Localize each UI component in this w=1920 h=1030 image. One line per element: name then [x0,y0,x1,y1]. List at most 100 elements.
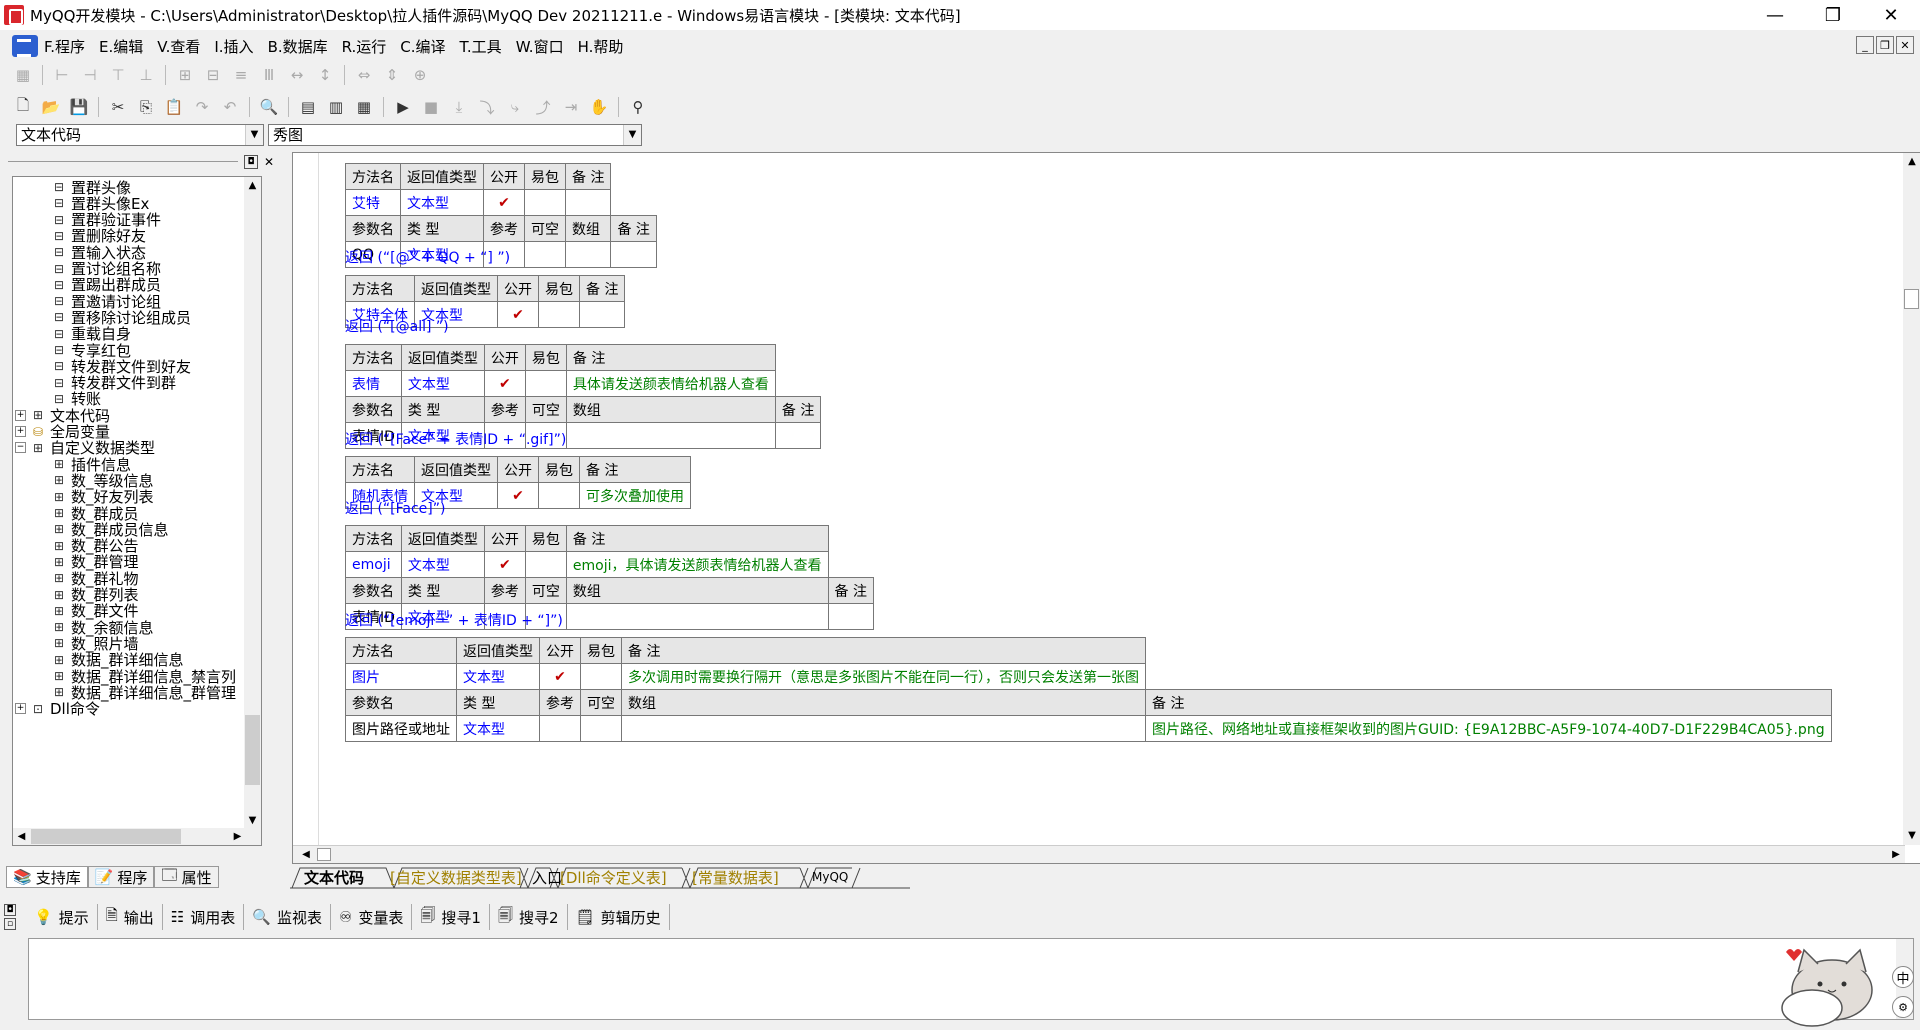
scroll-left-icon[interactable]: ◀ [297,846,315,863]
method-name[interactable]: emoji [345,551,402,578]
center-h-icon[interactable]: ⊞ [174,64,196,86]
open-folder-icon[interactable]: 📂 [40,96,62,118]
align-left-icon[interactable]: ⊢ [51,64,73,86]
stop-icon[interactable]: ■ [420,96,442,118]
param-flag-cell[interactable] [539,715,581,742]
menu-run[interactable]: R.运行 [342,36,387,57]
return-type[interactable]: 文本型 [400,370,485,397]
tab-text-code[interactable]: 文本代码 [304,866,364,888]
package-cell[interactable] [580,663,622,690]
method-note[interactable]: 可多次叠加使用 [579,482,691,509]
output-pane[interactable] [28,938,1914,1020]
binoculars-icon[interactable]: ⚲ [627,96,649,118]
return-statement[interactable]: 返回 (“[emoji=” + 表情ID + “]”) [345,610,563,630]
minimize-button[interactable]: — [1746,0,1804,30]
run-to-cursor-icon[interactable]: ⇥ [560,96,582,118]
package-cell[interactable] [524,189,566,216]
package-cell[interactable] [538,301,580,328]
tree-vertical-scrollbar[interactable]: ▲ ▼ [244,177,261,829]
center-v-icon[interactable]: ⊟ [202,64,224,86]
method-name[interactable]: 艾特 [345,189,401,216]
step-into-icon[interactable]: ⤵ [476,96,498,118]
ime-indicator[interactable]: 中 [1892,966,1914,988]
step-out-icon[interactable]: ⤴ [532,96,554,118]
size-both-icon[interactable]: ⊕ [409,64,431,86]
same-height-icon[interactable]: Ⅲ [258,64,280,86]
ime-settings-icon[interactable]: ⚙ [1892,996,1914,1018]
grid-icon[interactable]: ▦ [12,64,34,86]
scroll-down-icon[interactable]: ▼ [1903,827,1920,845]
return-statement[interactable]: 返回 (“[Face]”) [345,498,445,518]
param-flag-cell[interactable] [565,603,829,630]
menu-view[interactable]: V.查看 [157,36,200,57]
undo-icon[interactable]: ↶ [219,96,241,118]
tab-variables[interactable]: ♾ 变量表 [331,904,413,930]
size-height-icon[interactable]: ⇕ [381,64,403,86]
scroll-left-icon[interactable]: ◀ [13,828,30,845]
align-right-icon[interactable]: ⊣ [79,64,101,86]
menu-help[interactable]: H.帮助 [578,36,624,57]
chevron-down-icon[interactable]: ▼ [623,125,641,145]
scroll-right-icon[interactable]: ▶ [229,828,246,845]
class-selector[interactable]: 文本代码 ▼ [16,124,264,146]
step-icon[interactable]: ⤓ [448,96,470,118]
public-check-icon[interactable]: ✔ [483,551,526,578]
code-editor[interactable]: 方法名 返回值类型 公开 易包备 注艾特 文本型 ✔ 参数名类 型参考 可空 数组备 注 QQ 文本… [292,152,1920,864]
layout-3-icon[interactable]: ▦ [353,96,375,118]
expand-icon[interactable]: + [15,703,26,715]
hand-icon[interactable]: ✋ [588,96,610,118]
param-flag-cell[interactable] [564,241,612,268]
restore-button[interactable]: ❐ [1804,0,1862,30]
return-type[interactable]: 文本型 [400,189,484,216]
mdi-close-button[interactable]: ✕ [1896,36,1914,54]
new-file-icon[interactable]: 🗋 [12,96,34,118]
tab-dll-command-table[interactable]: [Dll命令定义表] [560,866,667,888]
tab-call-stack[interactable]: ☷ 调用表 [163,904,245,930]
param-name[interactable]: 图片路径或地址 [345,715,457,742]
tab-myqq[interactable]: MyQQ [812,866,848,888]
param-flag-cell[interactable] [621,715,1146,742]
tree-scroll-thumb[interactable] [245,715,260,785]
public-check-icon[interactable]: ✔ [483,189,525,216]
mdi-minimize-button[interactable]: _ [1856,36,1874,54]
tab-support-library[interactable]: 📚 支持库 [6,866,88,888]
method-note[interactable] [578,301,626,328]
tab-program[interactable]: 📝 程序 [87,866,155,888]
step-over-icon[interactable]: ⤷ [504,96,526,118]
redo-icon[interactable]: ↷ [191,96,213,118]
public-check-icon[interactable]: ✔ [497,301,539,328]
menu-edit[interactable]: E.编辑 [99,36,143,57]
tree-hscroll-thumb[interactable] [31,829,181,844]
param-note[interactable]: 图片路径、网络地址或直接框架收到的图片GUID: {E9A12BBC-A5F9-… [1145,715,1832,742]
param-flag-cell[interactable] [580,715,622,742]
menu-tools[interactable]: T.工具 [460,36,502,57]
package-cell[interactable] [524,370,567,397]
tab-custom-type-table[interactable]: [自定义数据类型表] [390,866,522,888]
tab-clip-history[interactable]: 🗒 剪辑历史 [568,904,670,930]
return-statement[interactable]: 返回 (“[@all] ”) [345,316,449,336]
method-note[interactable]: 多次调用时需要换行隔开（意思是多张图片不能在同一行），否则只会发送第一张图 [621,663,1146,690]
tree-horizontal-scrollbar[interactable]: ◀ ▶ [13,828,261,845]
layout-2-icon[interactable]: ▥ [325,96,347,118]
scroll-right-icon[interactable]: ▶ [1887,846,1905,863]
scroll-up-icon[interactable]: ▲ [1903,153,1920,171]
package-cell[interactable] [538,482,580,509]
collapse-icon[interactable]: − [15,442,26,454]
menu-insert[interactable]: I.插入 [214,36,253,57]
param-flag-cell[interactable] [524,241,566,268]
close-button[interactable]: ✕ [1862,0,1920,30]
tree-node-dll[interactable]: + ⊡ Dll命令 [15,699,100,719]
run-icon[interactable]: ▶ [392,96,414,118]
expand-icon[interactable]: + [15,409,26,421]
editor-vertical-scrollbar[interactable]: ▲ ▼ [1903,153,1920,845]
menu-database[interactable]: B.数据库 [268,36,328,57]
minimize-panel-icon[interactable]: ▫ [4,918,16,930]
public-check-icon[interactable]: ✔ [497,482,539,509]
package-cell[interactable] [524,551,567,578]
return-statement[interactable]: 返回 (“[@” + QQ + “] ”) [345,247,510,267]
menu-compile[interactable]: C.编译 [400,36,445,57]
pin-icon[interactable]: ◘ [244,155,258,169]
editor-scroll-thumb[interactable] [1904,289,1919,309]
public-check-icon[interactable]: ✔ [483,370,526,397]
method-note[interactable]: 具体请发送颜表情给机器人查看 [565,370,776,397]
